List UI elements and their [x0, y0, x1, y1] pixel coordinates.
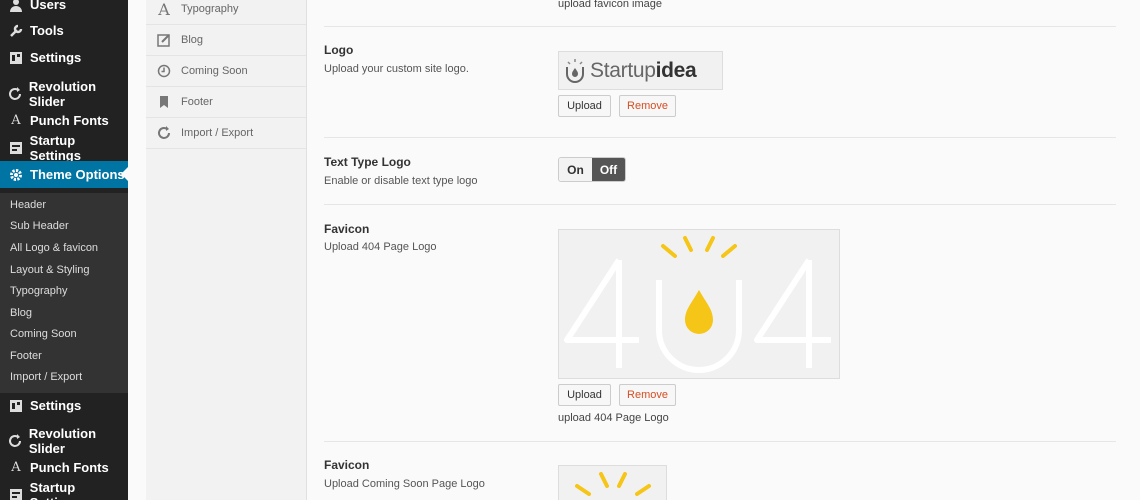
panel-nav-label: Footer — [181, 96, 213, 108]
divider — [324, 204, 1116, 205]
submenu-item-typography[interactable]: Typography — [0, 280, 128, 301]
panel-nav-coming-soon[interactable]: Coming Soon — [146, 56, 306, 87]
panel-nav-footer[interactable]: Footer — [146, 87, 306, 118]
edit-icon — [156, 33, 172, 47]
menu-item-theme-options[interactable]: Theme Options — [0, 161, 128, 188]
tools-icon — [8, 23, 24, 39]
favicon-404-upload-button[interactable]: Upload — [558, 384, 611, 406]
menu-item-label: Theme Options — [30, 167, 125, 182]
typography-icon: A — [158, 0, 170, 19]
panel-nav-label: Blog — [181, 34, 204, 46]
submenu-item-footer[interactable]: Footer — [0, 345, 128, 366]
logo-title: Logo — [324, 43, 354, 57]
font-icon: A — [11, 113, 21, 128]
logo-desc: Upload your custom site logo. — [324, 63, 469, 75]
menu-item-label: Settings — [30, 398, 82, 413]
options-panel-nav: A Typography Blog Coming Soon Footer Imp… — [146, 0, 307, 500]
panel-nav-typography[interactable]: A Typography — [146, 0, 306, 25]
text-type-logo-title: Text Type Logo — [324, 155, 411, 169]
submenu-item-sub-header[interactable]: Sub Header — [0, 215, 128, 236]
refresh-icon — [8, 433, 23, 449]
favicon-coming-title: Favicon — [324, 458, 370, 472]
text-type-logo-toggle[interactable]: On Off — [558, 157, 626, 182]
settings-icon — [8, 398, 24, 414]
menu-item-label: Revolution Slider — [28, 425, 97, 456]
favicon-coming-desc: Upload Coming Soon Page Logo — [324, 478, 485, 490]
clock-icon — [156, 64, 172, 78]
gear-icon — [8, 167, 24, 183]
menu-item-revolution-slider-2[interactable]: Revolution Slider — [0, 425, 128, 456]
toggle-on[interactable]: On — [559, 158, 592, 181]
menu-item-label: Users — [30, 0, 67, 12]
toggle-off[interactable]: Off — [592, 158, 625, 181]
text-type-logo-desc: Enable or disable text type logo — [324, 175, 478, 187]
panel-nav-label: Typography — [181, 3, 239, 15]
menu-item-startup-settings[interactable]: Startup Settings — [0, 132, 128, 163]
settings-icon — [8, 50, 24, 66]
favicon-404-title: Favicon — [324, 222, 370, 236]
favicon-coming-preview — [558, 465, 667, 500]
menu-item-startup-settings-2[interactable]: Startup Settings — [0, 479, 128, 500]
panel-nav-label: Import / Export — [181, 127, 254, 139]
logo-text-idea: idea — [655, 58, 697, 82]
users-icon — [8, 0, 24, 13]
settings-icon — [8, 487, 24, 500]
menu-item-label: Startup Settings — [29, 132, 81, 163]
menu-item-label: Punch Fonts — [30, 113, 109, 128]
favicon-404-preview — [558, 229, 840, 379]
settings-icon — [8, 140, 24, 156]
startup-logo-icon — [564, 58, 586, 84]
favicon-404-note: upload 404 Page Logo — [558, 412, 669, 424]
divider — [324, 137, 1116, 138]
panel-nav-label: Coming Soon — [181, 65, 248, 77]
favicon-note: upload favicon image — [558, 0, 662, 10]
favicon-404-desc: Upload 404 Page Logo — [324, 241, 437, 253]
menu-item-label: Tools — [30, 23, 64, 38]
logo-upload-button[interactable]: Upload — [558, 95, 611, 117]
admin-sidebar: Users Tools Settings Revolution Slider A… — [0, 0, 128, 500]
logo-preview: Startup idea — [558, 51, 723, 90]
menu-item-users[interactable]: Users — [0, 0, 128, 18]
refresh-icon — [8, 86, 23, 102]
menu-item-label: Punch Fonts — [30, 460, 109, 475]
favicon-404-remove-button[interactable]: Remove — [619, 384, 676, 406]
logo-remove-button[interactable]: Remove — [619, 95, 676, 117]
menu-item-label: Revolution Slider — [28, 78, 97, 109]
submenu-item-logo-favicon[interactable]: All Logo & favicon — [0, 237, 128, 258]
menu-item-label: Startup Settings — [29, 479, 81, 500]
submenu-item-layout-styling[interactable]: Layout & Styling — [0, 259, 128, 280]
404-logo-image — [564, 236, 831, 373]
submenu-item-coming-soon[interactable]: Coming Soon — [0, 323, 128, 344]
submenu-item-blog[interactable]: Blog — [0, 302, 128, 323]
panel-nav-import-export[interactable]: Import / Export — [146, 118, 306, 149]
coming-soon-logo-image — [575, 472, 651, 496]
divider — [324, 26, 1116, 27]
logo-text-startup: Startup — [590, 58, 656, 82]
menu-item-label: Settings — [30, 50, 82, 65]
menu-item-settings[interactable]: Settings — [0, 44, 128, 71]
options-content: upload favicon image Logo Upload your cu… — [308, 0, 1116, 500]
submenu-item-header[interactable]: Header — [0, 194, 128, 215]
menu-item-settings-2[interactable]: Settings — [0, 392, 128, 419]
menu-item-tools[interactable]: Tools — [0, 17, 128, 44]
refresh-icon — [156, 126, 172, 140]
menu-item-punch-fonts[interactable]: A Punch Fonts — [0, 107, 128, 134]
font-icon: A — [11, 460, 21, 475]
menu-item-punch-fonts-2[interactable]: A Punch Fonts — [0, 454, 128, 481]
divider — [324, 441, 1116, 442]
panel-nav-blog[interactable]: Blog — [146, 25, 306, 56]
submenu-item-import-export[interactable]: Import / Export — [0, 366, 128, 387]
menu-item-revolution-slider[interactable]: Revolution Slider — [0, 78, 128, 109]
bookmark-icon — [156, 95, 172, 109]
